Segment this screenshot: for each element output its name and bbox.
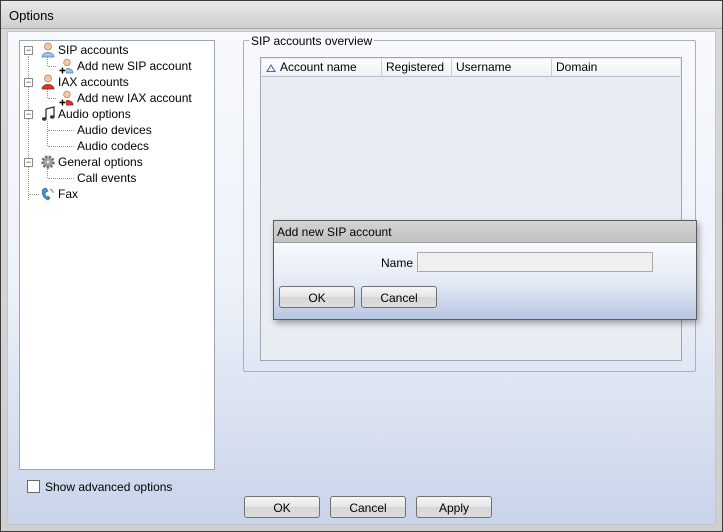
tree-item-label: SIP accounts <box>58 43 129 57</box>
apply-button[interactable]: Apply <box>416 496 492 518</box>
tree-item-label: Add new IAX account <box>77 91 192 105</box>
group-title: SIP accounts overview <box>249 34 375 48</box>
tree-item-label: Audio devices <box>77 123 152 137</box>
sip-accounts-overview-group: SIP accounts overview Account name Regis… <box>243 34 696 372</box>
dialog-title: Add new SIP account <box>277 225 392 239</box>
dialog-title-bar[interactable]: Add new SIP account <box>274 221 696 243</box>
column-username[interactable]: Username <box>452 59 552 77</box>
column-domain[interactable]: Domain <box>552 59 680 77</box>
column-registered[interactable]: Registered <box>382 59 452 77</box>
collapse-icon[interactable]: − <box>24 110 33 119</box>
gear-icon <box>41 155 55 169</box>
column-label: Registered <box>386 60 445 74</box>
iax-accounts-icon <box>41 74 55 90</box>
cancel-button[interactable]: Cancel <box>330 496 406 518</box>
tree-item-add-new-iax-account[interactable]: Add new IAX account <box>20 90 210 106</box>
tree-item-call-events[interactable]: Call events <box>20 170 210 186</box>
show-advanced-options-label: Show advanced options <box>45 480 173 494</box>
add-sip-account-icon <box>59 58 74 74</box>
dialog-ok-button[interactable]: OK <box>279 286 355 308</box>
add-new-sip-account-dialog: Add new SIP account Name OK Cancel <box>273 220 697 320</box>
tree-item-label: Audio codecs <box>77 139 150 153</box>
options-tree[interactable]: − SIP accounts Add new SIP account − IAX… <box>19 40 215 470</box>
tree-item-label: General options <box>58 155 143 169</box>
options-client-area: − SIP accounts Add new SIP account − IAX… <box>7 31 716 525</box>
dialog-body: Name OK Cancel <box>274 243 696 319</box>
column-account-name[interactable]: Account name <box>262 59 382 77</box>
tree-item-add-new-sip-account[interactable]: Add new SIP account <box>20 58 210 74</box>
column-label: Domain <box>556 60 598 74</box>
column-label: Username <box>456 60 512 74</box>
fax-icon <box>41 187 54 201</box>
window-title: Options <box>9 8 54 23</box>
show-advanced-options-checkbox[interactable] <box>27 480 40 493</box>
options-window: Options − SIP accounts Add new SIP accou… <box>0 0 723 532</box>
list-header: Account name Registered Username Domain <box>262 59 680 77</box>
dialog-cancel-button[interactable]: Cancel <box>361 286 437 308</box>
tree-item-fax[interactable]: Fax <box>20 186 210 202</box>
tree-item-label: Audio options <box>58 107 131 121</box>
tree-item-label: Fax <box>58 187 79 201</box>
collapse-icon[interactable]: − <box>24 46 33 55</box>
name-field[interactable] <box>417 252 653 272</box>
title-bar[interactable]: Options <box>1 1 722 29</box>
tree-item-label: Add new SIP account <box>77 58 192 74</box>
collapse-icon[interactable]: − <box>24 78 33 87</box>
add-iax-account-icon <box>59 90 74 106</box>
tree-item-general-options[interactable]: − General options <box>20 154 210 170</box>
sort-ascending-icon <box>266 64 276 72</box>
tree-item-iax-accounts[interactable]: − IAX accounts <box>20 74 210 90</box>
collapse-icon[interactable]: − <box>24 158 33 167</box>
name-label: Name <box>381 256 414 270</box>
sip-accounts-icon <box>41 42 55 58</box>
tree-item-label: IAX accounts <box>58 75 129 89</box>
tree-item-audio-devices[interactable]: Audio devices <box>20 122 210 138</box>
tree-item-sip-accounts[interactable]: − SIP accounts <box>20 42 210 58</box>
tree-item-label: Call events <box>77 171 137 185</box>
tree-item-audio-options[interactable]: − Audio options <box>20 106 210 122</box>
ok-button[interactable]: OK <box>244 496 320 518</box>
column-label: Account name <box>280 60 357 74</box>
music-note-icon <box>42 106 55 121</box>
tree-item-audio-codecs[interactable]: Audio codecs <box>20 138 210 154</box>
